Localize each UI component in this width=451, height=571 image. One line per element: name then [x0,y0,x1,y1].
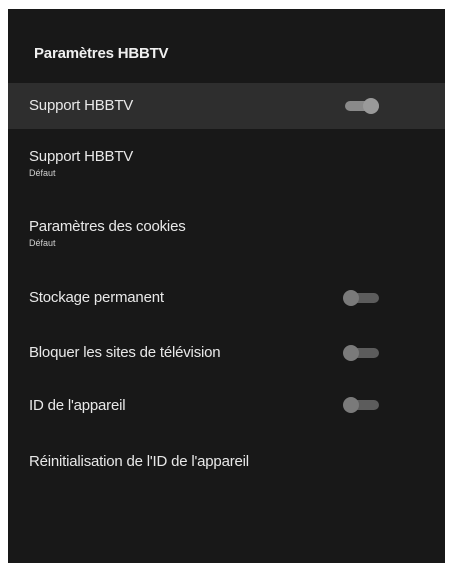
row-permanent-storage[interactable]: Stockage permanent [8,281,445,317]
row-label: Support HBBTV [29,148,134,165]
toggle-knob [363,98,379,114]
device-id-toggle[interactable] [343,397,381,413]
hbbtv-settings-panel: Paramètres HBBTV Support HBBTV Support H… [8,9,445,563]
row-label: Paramètres des cookies [29,218,186,235]
row-value: Défaut [29,168,56,178]
row-device-id[interactable]: ID de l'appareil [8,389,445,425]
row-cookie-settings[interactable]: Paramètres des cookies Défaut [8,211,445,257]
row-label: Réinitialisation de l'ID de l'appareil [29,453,249,470]
row-label: ID de l'appareil [29,397,126,414]
row-value: Défaut [29,238,56,248]
row-hbbtv-support-option[interactable]: Support HBBTV Défaut [8,140,445,186]
panel-title: Paramètres HBBTV [34,45,169,62]
toggle-knob [343,345,359,361]
block-tv-sites-toggle[interactable] [343,345,381,361]
toggle-knob [343,397,359,413]
permanent-storage-toggle[interactable] [343,290,381,306]
row-hbbtv-support-toggle[interactable]: Support HBBTV [8,83,445,129]
hbbtv-support-toggle[interactable] [343,98,381,114]
row-label: Bloquer les sites de télévision [29,344,221,361]
row-label: Stockage permanent [29,289,164,306]
row-reset-device-id[interactable]: Réinitialisation de l'ID de l'appareil [8,445,445,481]
row-block-tv-sites[interactable]: Bloquer les sites de télévision [8,336,445,372]
toggle-knob [343,290,359,306]
row-label: Support HBBTV [29,97,134,114]
